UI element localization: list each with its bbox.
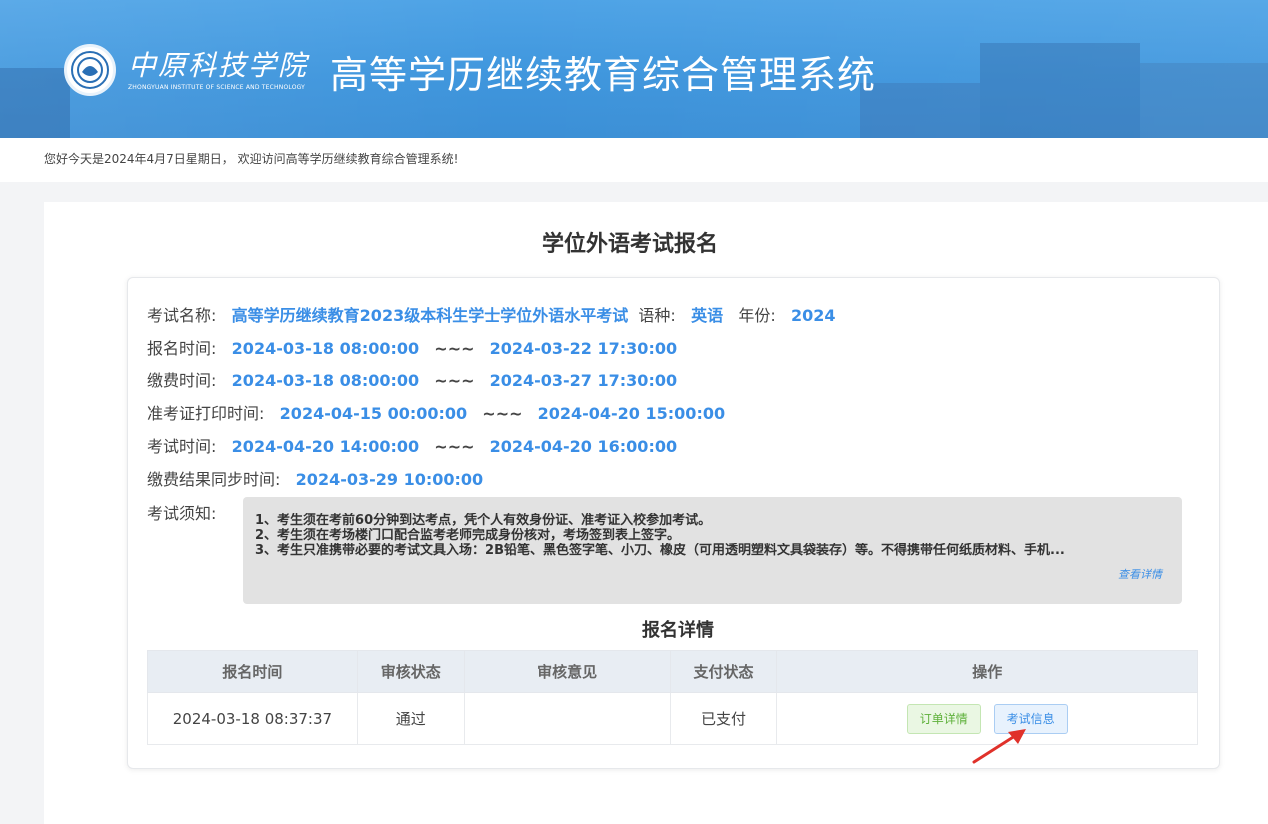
admit-print-end: 2024-04-20 15:00:00 [537, 404, 726, 423]
col-header-review-comment: 审核意见 [463, 650, 671, 693]
notice-label: 考试须知: [147, 504, 217, 523]
signup-end: 2024-03-22 17:30:00 [489, 339, 678, 358]
payment-time-row: 缴费时间: 2024-03-18 08:00:00 ~~~ 2024-03-27… [147, 367, 677, 391]
school-name-en: ZHONGYUAN INSTITUTE OF SCIENCE AND TECHN… [128, 84, 306, 91]
language-value: 英语 [691, 306, 724, 325]
signup-time-label: 报名时间: [147, 339, 217, 358]
range-separator: ~~~ [434, 437, 475, 456]
system-title: 高等学历继续教育综合管理系统 [330, 53, 877, 97]
signup-start: 2024-03-18 08:00:00 [231, 339, 420, 358]
col-header-actions: 操作 [776, 650, 1198, 693]
notice-line: 3、考生只准携带必要的考试文具入场：2B铅笔、黑色签字笔、小刀、橡皮（可用透明塑… [255, 543, 1065, 558]
building-shape [0, 68, 70, 138]
school-logo-icon [64, 44, 116, 96]
range-separator: ~~~ [434, 339, 475, 358]
notice-line: 2、考生须在考场楼门口配合监考老师完成身份核对，考场签到表上签字。 [255, 528, 681, 543]
col-header-signup-time: 报名时间 [147, 650, 358, 693]
payment-end: 2024-03-27 17:30:00 [489, 371, 678, 390]
building-shape [860, 83, 980, 138]
table-header-row: 报名时间 审核状态 审核意见 支付状态 操作 [147, 650, 1198, 693]
registration-table: 报名时间 审核状态 审核意见 支付状态 操作 2024-03-18 08:37:… [147, 650, 1198, 745]
registration-section-title: 报名详情 [642, 620, 714, 641]
notice-line: 1、考生须在考前60分钟到达考点，凭个人有效身份证、准考证入校参加考试。 [255, 513, 712, 528]
building-shape [1140, 63, 1268, 138]
welcome-bar: 您好今天是2024年4月7日星期日， 欢迎访问高等学历继续教育综合管理系统! [0, 138, 1268, 182]
payment-start: 2024-03-18 08:00:00 [231, 371, 420, 390]
cell-pay-status: 已支付 [669, 692, 778, 745]
range-separator: ~~~ [482, 404, 523, 423]
view-details-link[interactable]: 查看详情 [1118, 567, 1162, 582]
cell-review-status: 通过 [356, 692, 465, 745]
exam-notice-box: 1、考生须在考前60分钟到达考点，凭个人有效身份证、准考证入校参加考试。 2、考… [243, 497, 1182, 604]
admit-print-row: 准考证打印时间: 2024-04-15 00:00:00 ~~~ 2024-04… [147, 400, 725, 424]
exam-time-row: 考试时间: 2024-04-20 14:00:00 ~~~ 2024-04-20… [147, 433, 677, 457]
building-shape [980, 43, 1140, 138]
exam-name-value: 高等学历继续教育2023级本科生学士学位外语水平考试 [231, 306, 629, 325]
cell-signup-time: 2024-03-18 08:37:37 [147, 692, 358, 745]
signup-time-row: 报名时间: 2024-03-18 08:00:00 ~~~ 2024-03-22… [147, 335, 677, 359]
cell-review-comment [463, 692, 671, 745]
payment-sync-row: 缴费结果同步时间: 2024-03-29 10:00:00 [147, 466, 483, 490]
admit-print-label: 准考证打印时间: [147, 404, 265, 423]
language-label: 语种: [638, 306, 676, 325]
page-title: 学位外语考试报名 [541, 232, 718, 257]
exam-time-start: 2024-04-20 14:00:00 [231, 437, 420, 456]
exam-time-end: 2024-04-20 16:00:00 [489, 437, 678, 456]
header-banner: 中原科技学院 ZHONGYUAN INSTITUTE OF SCIENCE AN… [0, 0, 1268, 138]
year-label: 年份: [738, 306, 776, 325]
year-value: 2024 [791, 306, 836, 325]
exam-time-label: 考试时间: [147, 437, 217, 456]
range-separator: ~~~ [434, 371, 475, 390]
payment-sync-label: 缴费结果同步时间: [147, 470, 281, 489]
exam-name-row: 考试名称: 高等学历继续教育2023级本科生学士学位外语水平考试 语种: 英语 … [147, 302, 836, 326]
table-row: 2024-03-18 08:37:37 通过 已支付 订单详情 考试信息 [147, 692, 1198, 745]
school-name: 中原科技学院 [128, 49, 309, 82]
payment-sync-value: 2024-03-29 10:00:00 [295, 470, 484, 489]
col-header-pay-status: 支付状态 [669, 650, 778, 693]
col-header-review-status: 审核状态 [356, 650, 465, 693]
exam-name-label: 考试名称: [147, 306, 217, 325]
payment-time-label: 缴费时间: [147, 371, 217, 390]
admit-print-start: 2024-04-15 00:00:00 [279, 404, 468, 423]
red-arrow-icon [972, 729, 1026, 764]
welcome-text: 您好今天是2024年4月7日星期日， 欢迎访问高等学历继续教育综合管理系统! [44, 152, 459, 166]
